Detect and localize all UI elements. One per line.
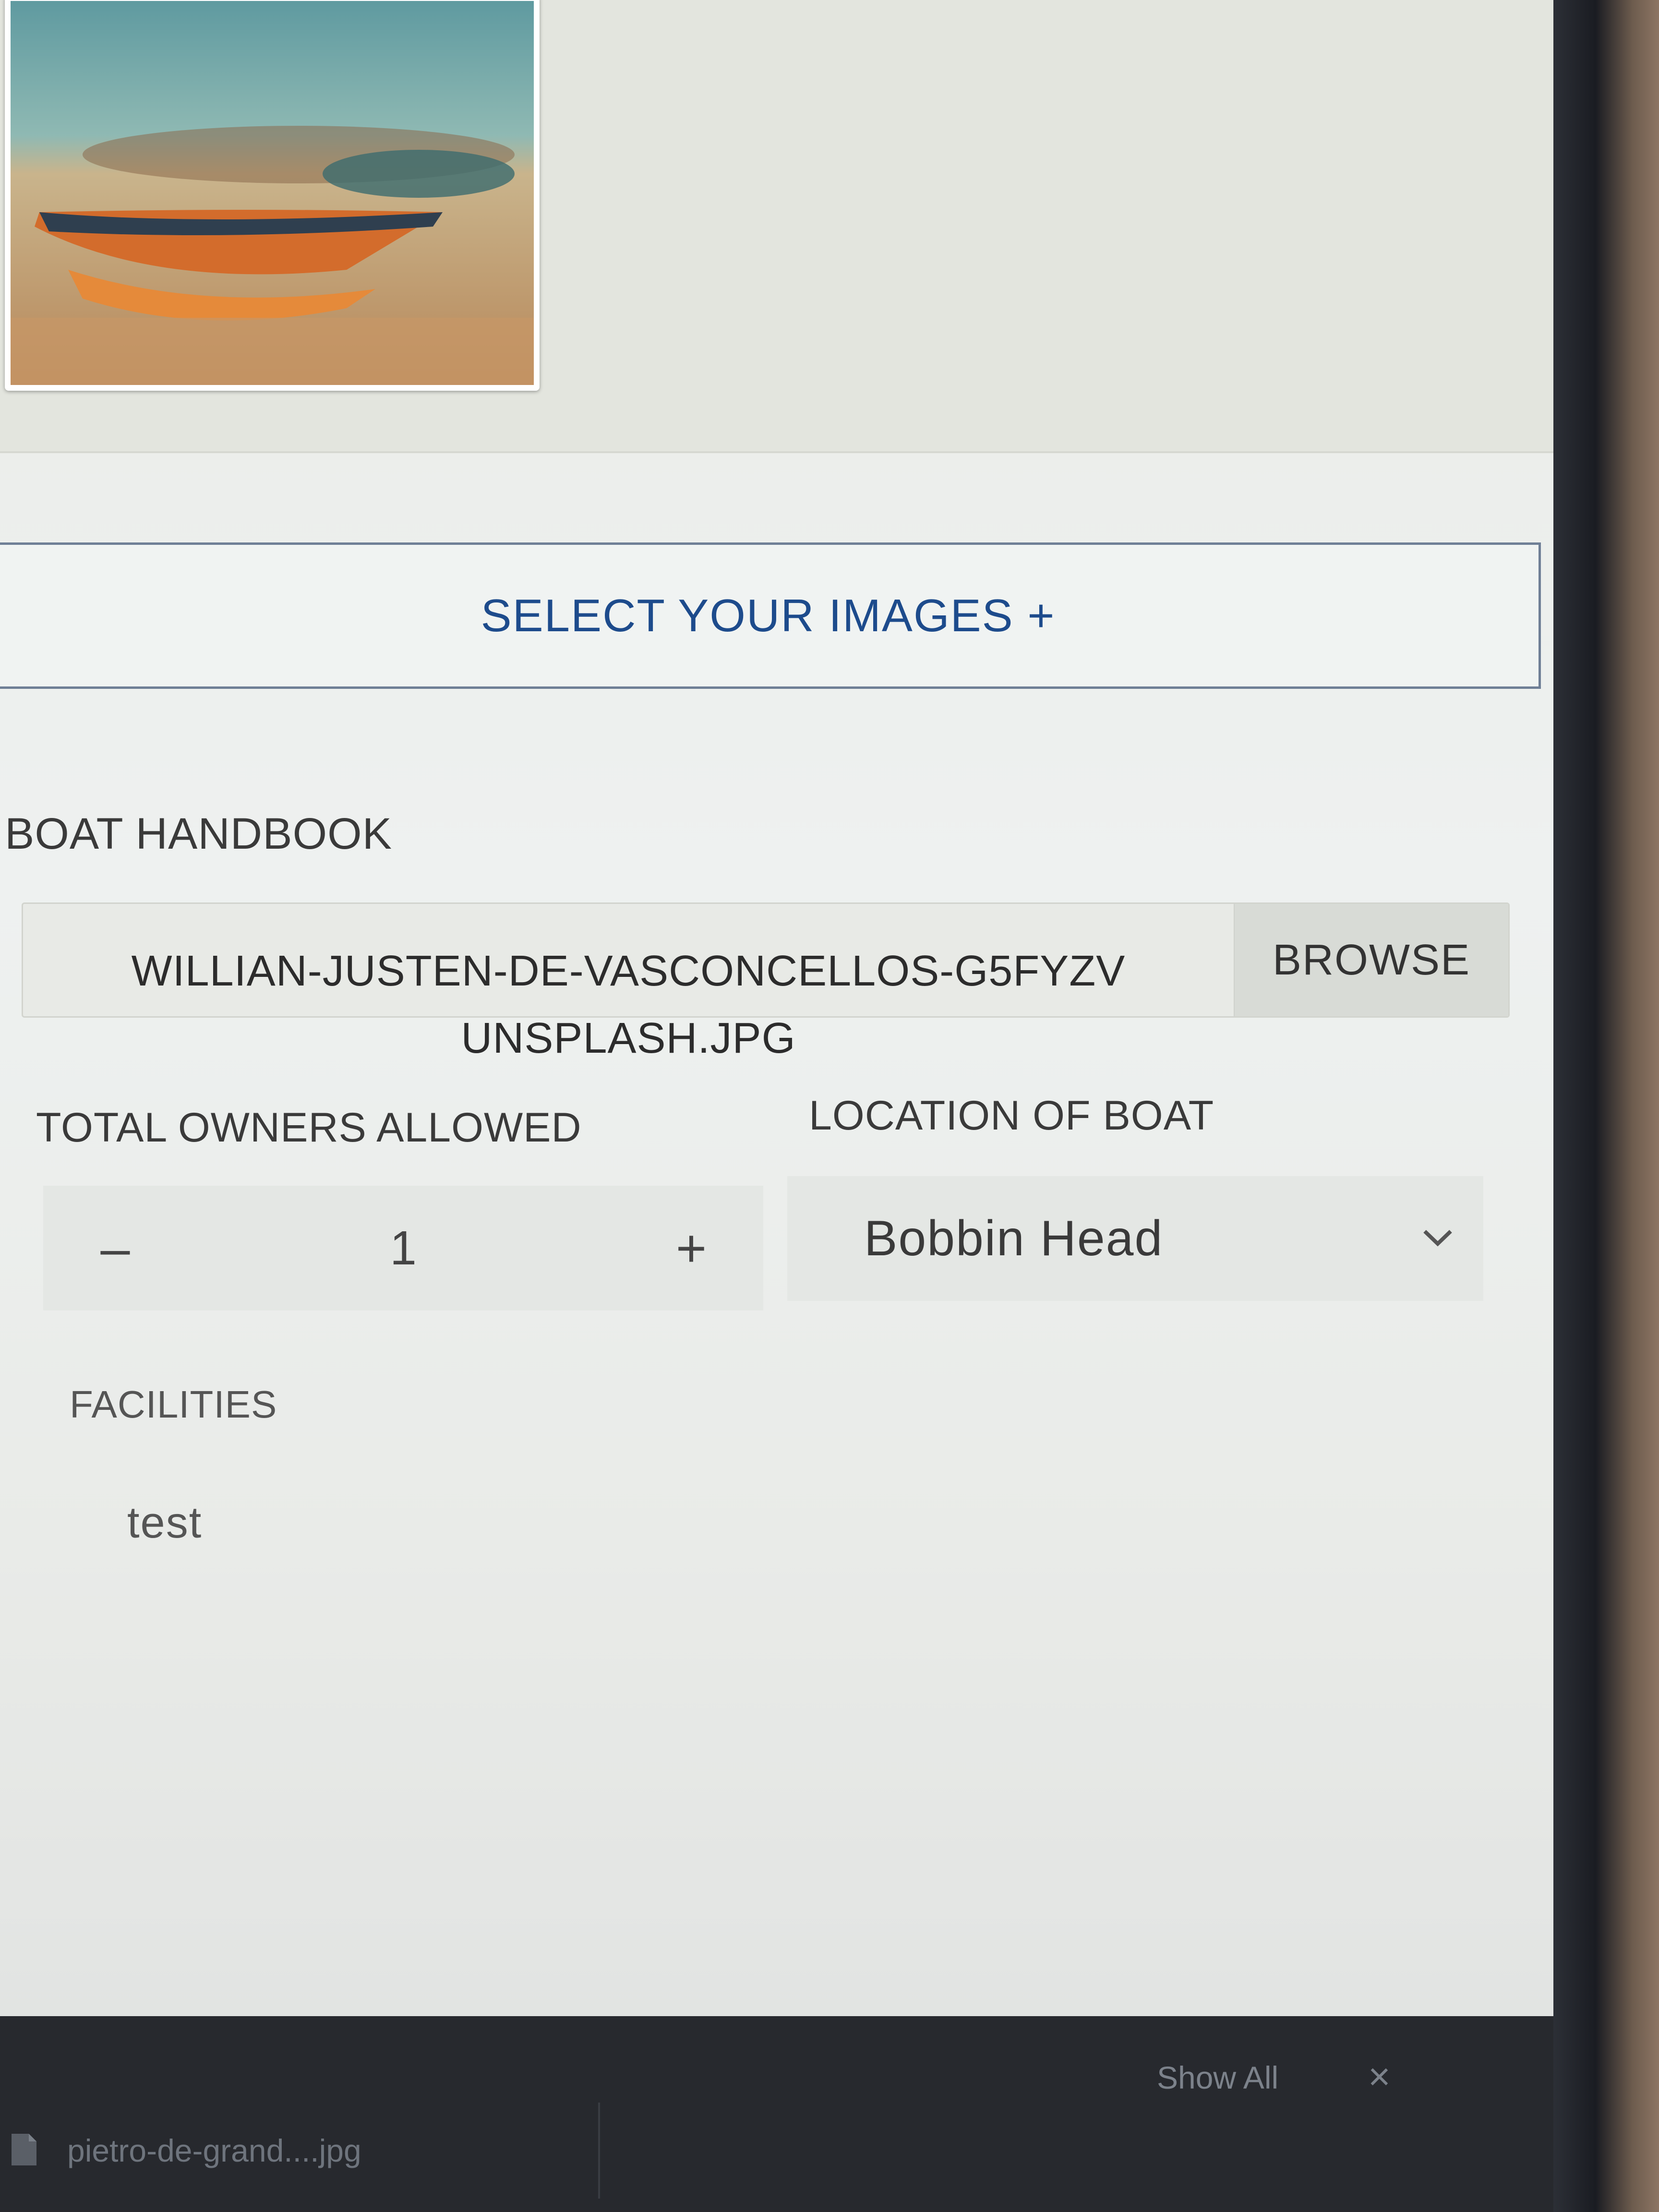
select-images-button[interactable]: SELECT YOUR IMAGES +: [0, 542, 1541, 689]
facilities-input[interactable]: test: [127, 1498, 202, 1548]
boat-image-thumbnail[interactable]: [5, 0, 540, 391]
handbook-file-input[interactable]: WILLIAN-JUSTEN-DE-VASCONCELLOS-G5FYZV UN…: [22, 902, 1510, 1062]
boat-handbook-label: BOAT HANDBOOK: [5, 809, 393, 858]
increment-button[interactable]: +: [619, 1218, 763, 1279]
owners-value[interactable]: 1: [187, 1221, 619, 1276]
boat-photo: [11, 1, 534, 385]
download-file-name: pietro-de-grand....jpg: [67, 2133, 361, 2168]
handbook-file-name: WILLIAN-JUSTEN-DE-VASCONCELLOS-G5FYZV UN…: [131, 947, 1126, 1062]
total-owners-label: TOTAL OWNERS ALLOWED: [36, 1105, 582, 1151]
location-label: LOCATION OF BOAT: [809, 1093, 1214, 1139]
select-images-label: SELECT YOUR IMAGES +: [481, 589, 1056, 641]
facilities-label: FACILITIES: [70, 1383, 277, 1426]
browse-button[interactable]: BROWSE: [1234, 904, 1508, 1016]
location-value: Bobbin Head: [864, 1210, 1164, 1266]
decrement-button[interactable]: –: [43, 1218, 187, 1279]
show-all-button[interactable]: Show All: [1157, 2059, 1278, 2096]
download-item[interactable]: pietro-de-grand....jpg: [0, 2103, 600, 2199]
monitor-bezel: [1553, 0, 1659, 2212]
close-icon[interactable]: ×: [1368, 2055, 1391, 2099]
location-select[interactable]: Bobbin Head: [787, 1176, 1483, 1301]
screen: SELECT YOUR IMAGES + BOAT HANDBOOK WILLI…: [0, 0, 1632, 2212]
chevron-down-icon: [1421, 1226, 1455, 1252]
image-gallery: [0, 0, 1567, 453]
owners-stepper: – 1 +: [43, 1186, 763, 1310]
file-icon: [10, 2132, 38, 2170]
